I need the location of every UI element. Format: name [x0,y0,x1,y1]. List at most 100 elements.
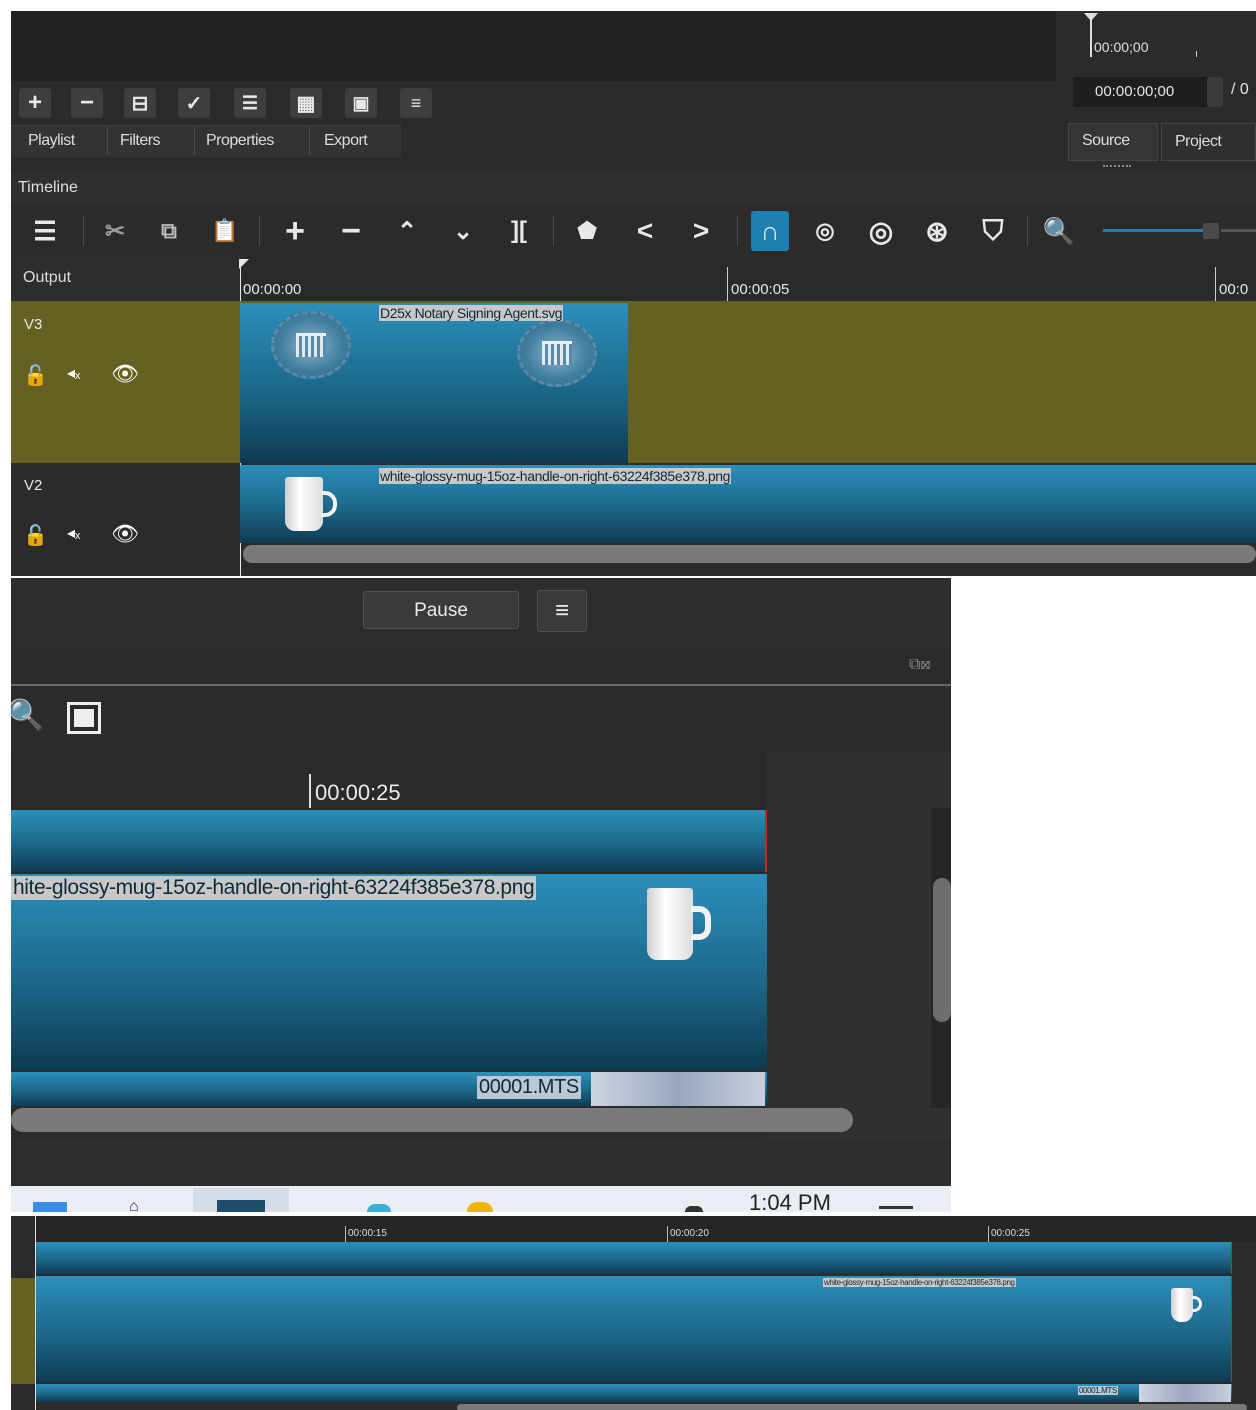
taskbar-app-icon[interactable] [33,1202,67,1212]
overwrite-icon[interactable]: ⌄ [445,211,481,251]
clip-label: white-glossy-mug-15oz-handle-on-right-63… [823,1278,1016,1287]
ripple-icon[interactable]: ◎ [863,211,899,251]
lock-icon[interactable]: 🔓 [23,523,48,548]
zoom-out-icon[interactable]: 🔍 [1041,211,1077,251]
zoom-in-icon[interactable]: 🔍 [11,698,44,733]
horizontal-scrollbar[interactable] [457,1404,1247,1410]
toolbar-divider [737,216,738,246]
track-v2-name: V2 [24,477,43,494]
tab-project[interactable]: Project [1175,133,1222,151]
ruler-tick-line [667,1226,668,1242]
clip-label: D25x Notary Signing Agent.svg [379,305,564,321]
zoom-slider[interactable] [1103,229,1207,232]
ruler-tick-line [988,1226,989,1242]
source-ruler[interactable]: 00:00;00 [1056,11,1256,81]
timeline-title: Timeline [18,179,78,196]
dock-buttons-icon[interactable]: ⧉⊠ [909,656,949,678]
timecode-field[interactable]: 00:00:00;00 [1073,77,1213,107]
paste-icon[interactable]: 📋 [207,211,243,251]
tab-divider [107,127,108,155]
append-icon[interactable]: + [277,211,313,251]
horizontal-scrollbar[interactable] [243,545,1256,563]
timeline-menu-icon[interactable]: ☰ [29,211,61,251]
cut-icon[interactable]: ✂ [97,211,133,251]
zoom-slider-track [1221,229,1256,232]
timeline-ruler[interactable] [36,1216,1256,1242]
taskbar-chevron-icon[interactable] [685,1206,703,1212]
snap-icon[interactable]: ∩ [751,211,789,251]
timeline-screenshot-top: 00:00;00 00:00:00;00 / 0 + − ⊟ ✓ ☰ ▦ ▣ ≡… [11,11,1256,576]
copy-icon[interactable]: ⧉ [151,211,187,251]
ruler-tick-0: 00:00:00 [243,281,302,298]
mute-icon[interactable]: ◂ₓ [67,523,80,543]
track-gap [1232,1242,1256,1410]
check-button[interactable]: ✓ [178,88,210,118]
eye-icon[interactable]: 👁 [111,361,139,387]
tab-divider [309,127,310,155]
icons-view-button[interactable]: ▣ [345,88,377,118]
tab-properties[interactable]: Properties [206,132,274,150]
ruler-tick-line [309,774,311,808]
ruler-tick-5: 00:00:05 [731,281,790,298]
toolbar-divider [553,216,554,246]
tab-source[interactable]: Source [1082,132,1130,150]
timecode-spinner[interactable] [1207,77,1223,107]
tab-filters[interactable]: Filters [120,132,161,150]
marker-icon[interactable]: ⬟ [569,211,605,251]
prev-marker-icon[interactable]: < [627,211,663,251]
clip-notary-svg[interactable] [11,810,767,872]
remove-button[interactable]: − [71,88,103,118]
update-button[interactable]: ⊟ [124,88,156,118]
taskbar-clock[interactable]: 1:04 PM [749,1190,831,1212]
ruler-tick-15: 00:00:15 [348,1228,387,1239]
next-marker-icon[interactable]: > [683,211,719,251]
ripple-all-icon[interactable]: ⊛ [919,211,955,251]
clip-mug-png[interactable] [36,1276,1232,1382]
mug-thumbnail-icon [1171,1288,1207,1324]
playlist-menu-button[interactable]: ≡ [400,88,432,118]
horizontal-scrollbar[interactable] [11,1108,853,1132]
tab-export[interactable]: Export [324,132,368,150]
taskbar-shotcut-icon[interactable] [193,1188,289,1212]
ruler-tick-10: 00:0 [1219,281,1249,298]
mute-icon[interactable]: ◂ₓ [67,363,80,383]
seal-thumbnail-icon [271,311,351,379]
track-header-strip-olive [11,1278,35,1384]
taskbar-home-icon[interactable]: ⌂ [129,1198,139,1212]
track-v3-name: V3 [24,316,43,333]
zoom-slider-handle[interactable] [1203,223,1219,239]
output-label: Output [23,269,72,286]
clip-mts[interactable] [36,1384,1232,1402]
ruler-tick-25: 00:00:25 [991,1228,1030,1239]
taskbar-notification-icon[interactable] [879,1206,913,1209]
tiles-view-button[interactable]: ▦ [290,88,322,118]
ruler-tick-line [345,1226,346,1242]
eye-icon[interactable]: 👁 [111,521,139,547]
playhead-line [1090,19,1092,57]
toolbar-divider [83,216,84,246]
toolbar-divider [259,216,260,246]
player-menu-button[interactable]: ≡ [537,590,587,632]
tab-playlist[interactable]: Playlist [28,132,75,150]
ruler-timecode: 00:00;00 [1094,39,1149,55]
zoom-fit-icon[interactable] [67,702,101,734]
lift-icon[interactable]: ⌃ [389,211,425,251]
scrub-icon[interactable]: ◎ [807,211,843,251]
timeline-empty-area [767,752,951,1140]
remove-icon[interactable]: − [333,211,369,251]
pause-button[interactable]: Pause [363,591,519,629]
lock-icon[interactable]: 🔓 [23,363,48,387]
clip-label: white-glossy-mug-15oz-handle-on-right-63… [379,468,732,484]
tab-source-indicator [1103,165,1131,167]
add-button[interactable]: + [19,88,51,118]
seal-thumbnail-icon [517,319,597,387]
split-icon[interactable]: ][ [501,211,537,251]
mug-thumbnail-icon [285,477,341,533]
track-v2-header[interactable] [11,463,239,576]
clip-notary-svg[interactable] [36,1242,1232,1274]
vertical-scrollbar[interactable] [933,878,951,1022]
details-view-button[interactable]: ☰ [234,88,266,118]
taskbar-folder-icon[interactable] [467,1202,493,1212]
taskbar-edge-icon[interactable] [367,1204,391,1212]
ripple-markers-icon[interactable]: ⛉ [975,211,1011,251]
